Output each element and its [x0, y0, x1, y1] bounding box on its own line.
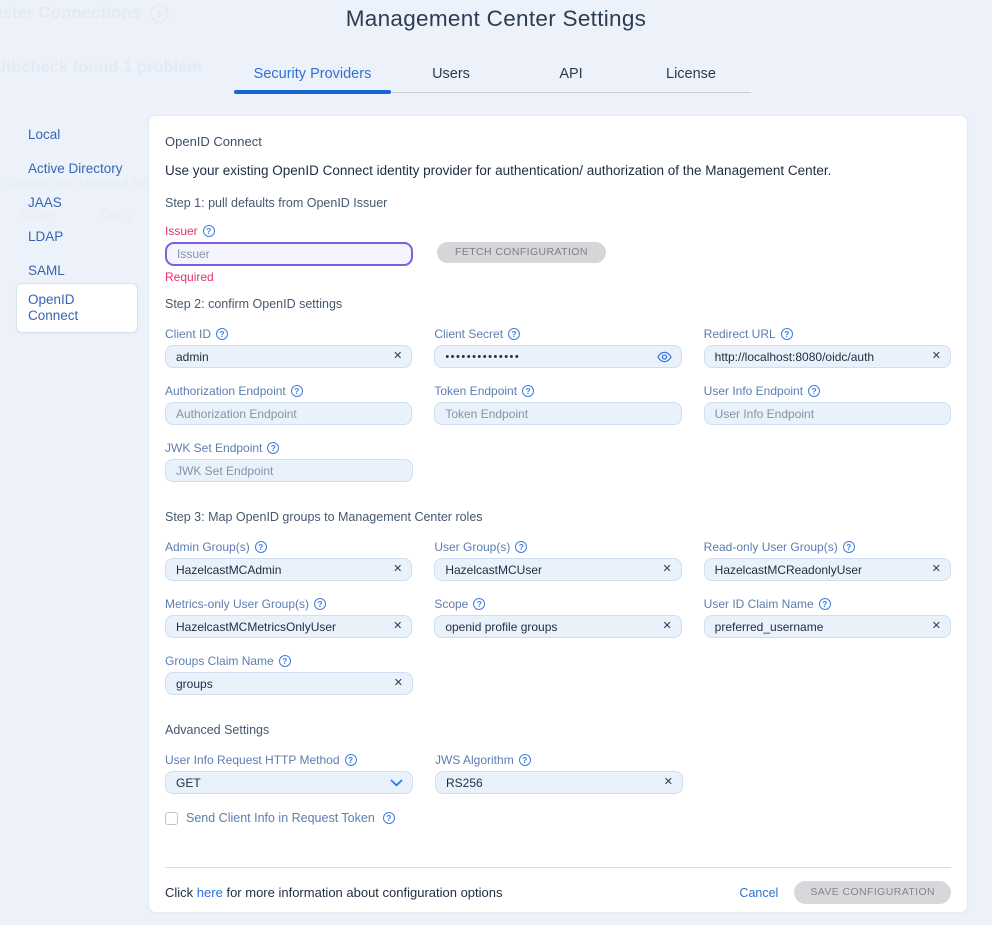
panel-description: Use your existing OpenID Connect identit… [165, 163, 951, 178]
issuer-input[interactable] [177, 247, 402, 261]
send-client-info-checkbox[interactable] [165, 812, 178, 825]
jws-algorithm-input[interactable] [446, 776, 658, 790]
chevron-down-icon[interactable] [390, 779, 403, 787]
help-icon[interactable]: ? [216, 328, 228, 340]
help-icon[interactable]: ? [291, 385, 303, 397]
help-icon[interactable]: ? [808, 385, 820, 397]
help-icon[interactable]: ? [345, 754, 357, 766]
help-icon[interactable]: ? [383, 812, 395, 824]
client-id-input[interactable] [176, 350, 387, 364]
client-secret-input[interactable] [445, 351, 650, 363]
readonly-groups-field: Read-only User Group(s)? ✕ [704, 540, 951, 581]
token-endpoint-field: Token Endpoint? [434, 384, 681, 425]
background-healthcheck-text: althcheck found 1 problem [0, 58, 202, 77]
user-groups-input[interactable] [445, 563, 656, 577]
help-icon[interactable]: ? [819, 598, 831, 610]
tab-users[interactable]: Users [391, 62, 511, 92]
clear-icon[interactable]: ✕ [932, 351, 941, 362]
groups-claim-input[interactable] [176, 677, 388, 691]
help-icon[interactable]: ? [279, 655, 291, 667]
authorization-endpoint-field: Authorization Endpoint? [165, 384, 412, 425]
sidebar-item-local[interactable]: Local [16, 127, 138, 143]
step2-heading: Step 2: confirm OpenID settings [165, 297, 951, 311]
fetch-configuration-button[interactable]: FETCH CONFIGURATION [437, 242, 606, 263]
sidebar-item-ldap[interactable]: LDAP [16, 229, 138, 245]
clear-icon[interactable]: ✕ [932, 621, 941, 632]
redirect-url-field: Redirect URL? ✕ [704, 327, 951, 368]
metrics-groups-input[interactable] [176, 620, 387, 634]
panel-heading: OpenID Connect [165, 134, 951, 149]
client-secret-field: Client Secret? [434, 327, 681, 368]
http-method-select[interactable] [165, 771, 413, 794]
jwk-set-endpoint-input[interactable] [176, 464, 403, 478]
help-icon[interactable]: ? [473, 598, 485, 610]
sidebar-item-saml[interactable]: SAML [16, 263, 138, 279]
redirect-url-input[interactable] [715, 350, 926, 364]
scope-field: Scope? ✕ [434, 597, 681, 638]
help-icon[interactable]: ? [843, 541, 855, 553]
advanced-settings-heading: Advanced Settings [165, 723, 951, 737]
cancel-button[interactable]: Cancel [739, 886, 778, 900]
help-icon[interactable]: ? [267, 442, 279, 454]
tab-bar: Security Providers Users API License [234, 62, 751, 93]
jws-algorithm-field: JWS Algorithm? ✕ [435, 753, 683, 794]
sidebar-item-openid-connect[interactable]: OpenID Connect [16, 283, 138, 333]
issuer-required-message: Required [165, 270, 951, 284]
tab-api[interactable]: API [511, 62, 631, 92]
sidebar-item-active-directory[interactable]: Active Directory [16, 161, 138, 177]
http-method-value[interactable] [176, 776, 384, 790]
clear-icon[interactable]: ✕ [662, 621, 671, 632]
clear-icon[interactable]: ✕ [932, 564, 941, 575]
step3-heading: Step 3: Map OpenID groups to Management … [165, 510, 951, 524]
jwk-set-endpoint-field: JWK Set Endpoint? [165, 441, 413, 482]
save-configuration-button[interactable]: SAVE CONFIGURATION [794, 881, 951, 904]
security-provider-sidebar: Local Active Directory JAAS LDAP SAML Op… [16, 127, 138, 351]
user-id-claim-input[interactable] [715, 620, 926, 634]
help-icon[interactable]: ? [314, 598, 326, 610]
sidebar-item-jaas[interactable]: JAAS [16, 195, 138, 211]
openid-connect-panel: OpenID Connect Use your existing OpenID … [148, 115, 968, 913]
token-endpoint-input[interactable] [445, 407, 671, 421]
send-client-info-label: Send Client Info in Request Token [186, 811, 375, 825]
admin-groups-field: Admin Group(s)? ✕ [165, 540, 412, 581]
issuer-input-box [165, 242, 413, 266]
page-title: Management Center Settings [0, 6, 992, 32]
authorization-endpoint-input[interactable] [176, 407, 402, 421]
http-method-field: User Info Request HTTP Method? [165, 753, 413, 794]
admin-groups-input[interactable] [176, 563, 387, 577]
clear-icon[interactable]: ✕ [394, 678, 403, 689]
readonly-groups-input[interactable] [715, 563, 926, 577]
user-info-endpoint-field: User Info Endpoint? [704, 384, 951, 425]
metrics-groups-field: Metrics-only User Group(s)? ✕ [165, 597, 412, 638]
clear-icon[interactable]: ✕ [662, 564, 671, 575]
tab-license[interactable]: License [631, 62, 751, 92]
clear-icon[interactable]: ✕ [393, 621, 402, 632]
help-icon[interactable]: ? [255, 541, 267, 553]
footer-info-text: Click here for more information about co… [165, 885, 503, 900]
scope-input[interactable] [445, 620, 656, 634]
issuer-label: Issuer ? [165, 224, 951, 238]
user-info-endpoint-input[interactable] [715, 407, 941, 421]
send-client-info-row: Send Client Info in Request Token ? [165, 811, 951, 825]
eye-icon[interactable] [657, 351, 672, 363]
clear-icon[interactable]: ✕ [664, 777, 673, 788]
step1-heading: Step 1: pull defaults from OpenID Issuer [165, 196, 951, 210]
help-icon[interactable]: ? [781, 328, 793, 340]
user-groups-field: User Group(s)? ✕ [434, 540, 681, 581]
help-icon[interactable]: ? [519, 754, 531, 766]
here-link[interactable]: here [197, 885, 223, 900]
panel-footer: Click here for more information about co… [165, 868, 951, 917]
groups-claim-field: Groups Claim Name? ✕ [165, 654, 413, 695]
help-icon[interactable]: ? [522, 385, 534, 397]
clear-icon[interactable]: ✕ [393, 564, 402, 575]
user-id-claim-field: User ID Claim Name? ✕ [704, 597, 951, 638]
help-icon[interactable]: ? [508, 328, 520, 340]
clear-icon[interactable]: ✕ [393, 351, 402, 362]
help-icon[interactable]: ? [515, 541, 527, 553]
tab-security-providers[interactable]: Security Providers [234, 62, 391, 92]
help-icon[interactable]: ? [203, 225, 215, 237]
client-id-field: Client ID? ✕ [165, 327, 412, 368]
